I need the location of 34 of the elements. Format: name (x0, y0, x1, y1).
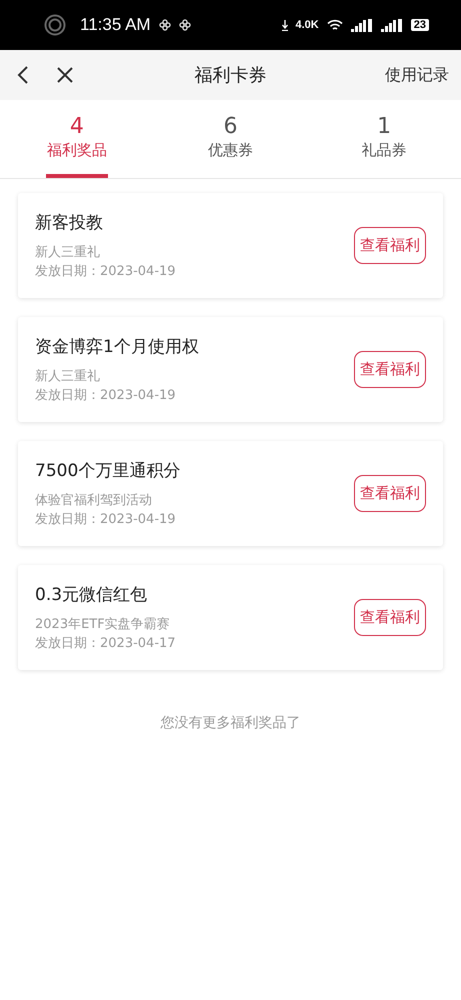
tab[interactable]: 4 福利奖品 (0, 100, 154, 178)
battery-level: 23 (410, 19, 429, 31)
issue-date: 发放日期：2023-04-19 (35, 510, 177, 528)
reward-title: 新客投教 (35, 212, 104, 234)
reward-source: 新人三重礼 (35, 368, 101, 386)
reward-source: 新人三重礼 (35, 244, 101, 262)
signal-icon (380, 18, 403, 32)
view-reward-button[interactable]: 查看福利 (354, 599, 426, 636)
issue-date: 发放日期：2023-04-17 (35, 634, 177, 652)
tab[interactable]: 1 礼品券 (307, 100, 461, 178)
back-button[interactable] (16, 65, 30, 85)
view-reward-button[interactable]: 查看福利 (354, 475, 426, 512)
view-reward-button[interactable]: 查看福利 (354, 351, 426, 388)
wifi-icon (326, 18, 343, 32)
close-button[interactable] (56, 66, 74, 84)
reward-source: 体验官福利驾到活动 (35, 492, 153, 510)
issue-date: 发放日期：2023-04-19 (35, 262, 177, 280)
tab[interactable]: 6 优惠券 (154, 100, 308, 178)
clock-time: 11:35 AM (80, 15, 151, 35)
signal-icon (350, 18, 373, 32)
flower-icon (178, 19, 191, 31)
reward-title: 0.3元微信红包 (35, 584, 148, 606)
reward-source: 2023年ETF实盘争霸赛 (35, 616, 171, 634)
end-of-list-note: 您没有更多福利奖品了 (160, 715, 300, 731)
reward-title: 7500个万里通积分 (35, 460, 182, 482)
usage-history-link[interactable]: 使用记录 (385, 64, 449, 86)
issue-date: 发放日期：2023-04-19 (35, 386, 177, 404)
page-title: 福利卡券 (194, 65, 266, 86)
flower-icon (158, 19, 171, 31)
download-icon (282, 20, 288, 30)
network-speed: 4.0K (296, 19, 319, 31)
circle-icon (44, 14, 66, 36)
view-reward-button[interactable]: 查看福利 (354, 227, 426, 264)
reward-title: 资金博弈1个月使用权 (35, 336, 200, 358)
